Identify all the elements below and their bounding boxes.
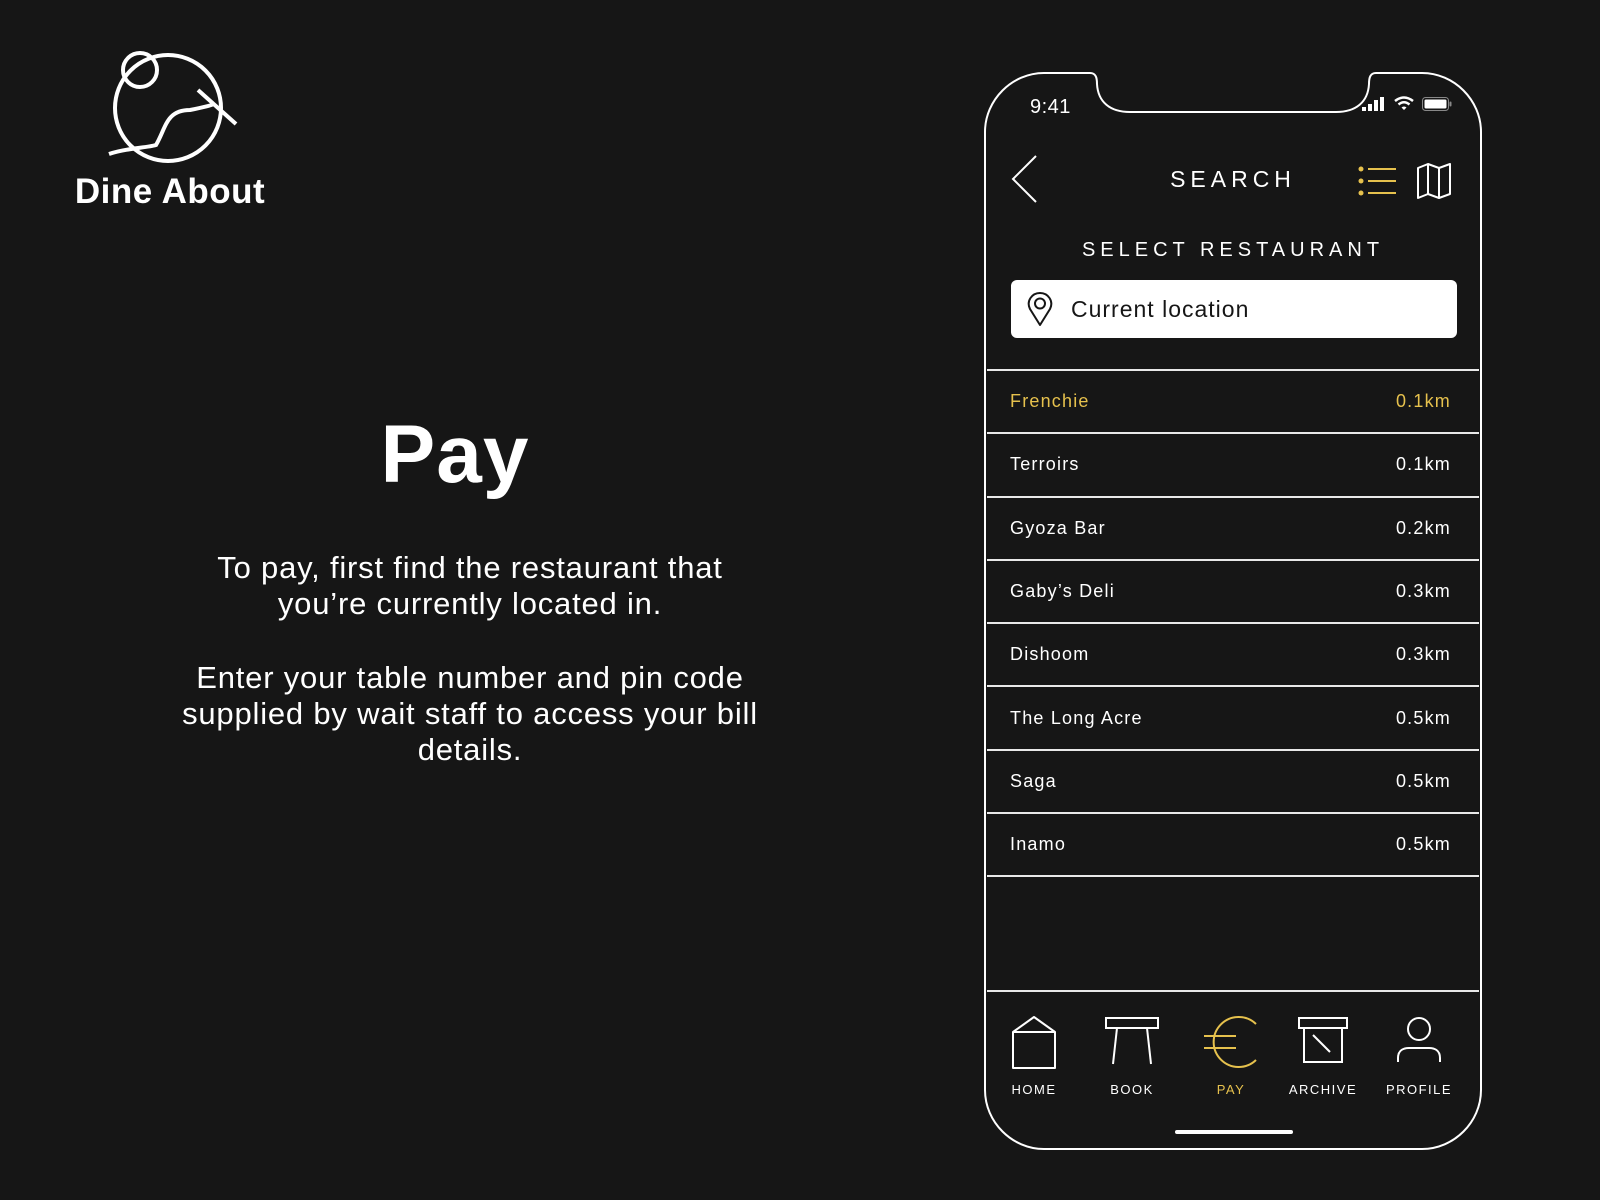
archive-box-icon	[1298, 1017, 1348, 1063]
tab-bar: HOME BOOK PAY ARCHIVE PROFILE	[984, 1016, 1482, 1116]
tab-label: PROFILE	[1385, 1082, 1453, 1097]
restaurant-row[interactable]: Terroirs 0.1km	[987, 434, 1479, 498]
restaurant-row[interactable]: Gyoza Bar 0.2km	[987, 498, 1479, 561]
wifi-icon	[1394, 96, 1414, 110]
euro-icon	[1204, 1016, 1257, 1068]
brand-name: Dine About	[74, 172, 266, 211]
location-search-field[interactable]	[1011, 280, 1457, 338]
restaurant-row[interactable]: Inamo 0.5km	[987, 814, 1479, 878]
restaurant-distance: 0.3km	[1395, 581, 1451, 602]
tab-home[interactable]: HOME	[989, 1016, 1079, 1097]
restaurant-distance: 0.1km	[1395, 391, 1451, 412]
restaurant-name: Gaby’s Deli	[1010, 581, 1115, 602]
restaurant-row[interactable]: Dishoom 0.3km	[987, 624, 1479, 688]
list-icon	[1358, 166, 1396, 196]
tab-profile[interactable]: PROFILE	[1374, 1016, 1464, 1097]
nav-bar: SEARCH	[984, 152, 1482, 212]
tab-pay[interactable]: PAY	[1186, 1016, 1276, 1097]
restaurant-row[interactable]: The Long Acre 0.5km	[987, 687, 1479, 751]
map-view-button[interactable]	[1416, 162, 1452, 205]
tab-book[interactable]: BOOK	[1087, 1016, 1177, 1097]
home-indicator[interactable]	[1175, 1130, 1293, 1134]
tab-label: BOOK	[1110, 1082, 1154, 1097]
restaurant-row[interactable]: Gaby’s Deli 0.3km	[987, 561, 1479, 625]
restaurant-distance: 0.1km	[1395, 454, 1451, 475]
restaurant-name: The Long Acre	[1010, 707, 1143, 728]
status-time: 9:41	[1030, 96, 1071, 118]
intro-section: Pay To pay, first find the restaurant th…	[170, 410, 770, 768]
restaurant-distance: 0.3km	[1395, 644, 1451, 665]
restaurant-distance: 0.2km	[1395, 517, 1451, 538]
phone-mockup: 9:41 SEARCH SELECT RESTAURANT Current lo…	[984, 72, 1482, 1150]
tab-label: HOME	[1011, 1082, 1057, 1097]
signal-icon	[1362, 96, 1384, 111]
location-search-input[interactable]	[1071, 295, 1431, 323]
restaurant-name: Inamo	[1010, 834, 1067, 855]
brand-logo: Dine About	[70, 48, 270, 211]
restaurant-list: Frenchie 0.1km Terroirs 0.1km Gyoza Bar 0.2km…	[987, 369, 1479, 878]
tab-label: ARCHIVE	[1288, 1082, 1358, 1097]
section-label: SELECT RESTAURANT	[1081, 239, 1385, 261]
tab-archive[interactable]: ARCHIVE	[1278, 1016, 1368, 1097]
battery-icon	[1422, 96, 1452, 111]
intro-paragraph-2: Enter your table number and pin code sup…	[182, 660, 758, 767]
table-icon	[1105, 1017, 1159, 1065]
house-icon	[1012, 1016, 1056, 1069]
tab-bar-divider	[987, 990, 1479, 992]
restaurant-name: Terroirs	[1010, 454, 1080, 475]
restaurant-name: Frenchie	[1010, 391, 1090, 412]
tab-label: PAY	[1216, 1082, 1246, 1097]
restaurant-distance: 0.5km	[1395, 707, 1451, 728]
location-pin-icon	[1027, 292, 1053, 326]
restaurant-name: Dishoom	[1010, 644, 1090, 665]
list-view-button[interactable]	[1358, 166, 1398, 203]
map-icon	[1417, 163, 1451, 199]
status-icons	[1362, 96, 1452, 111]
person-icon	[1397, 1017, 1441, 1062]
nav-title: SEARCH	[1170, 166, 1296, 192]
restaurant-row[interactable]: Frenchie 0.1km	[987, 371, 1479, 435]
restaurant-name: Saga	[1010, 770, 1057, 791]
restaurant-distance: 0.5km	[1395, 770, 1451, 791]
restaurant-distance: 0.5km	[1395, 834, 1451, 855]
restaurant-name: Gyoza Bar	[1010, 517, 1106, 538]
intro-paragraph-1: To pay, first find the restaurant that y…	[217, 550, 723, 621]
restaurant-row[interactable]: Saga 0.5km	[987, 751, 1479, 815]
page-title: Pay	[380, 409, 530, 500]
chopsticks-globe-logo	[108, 51, 238, 163]
